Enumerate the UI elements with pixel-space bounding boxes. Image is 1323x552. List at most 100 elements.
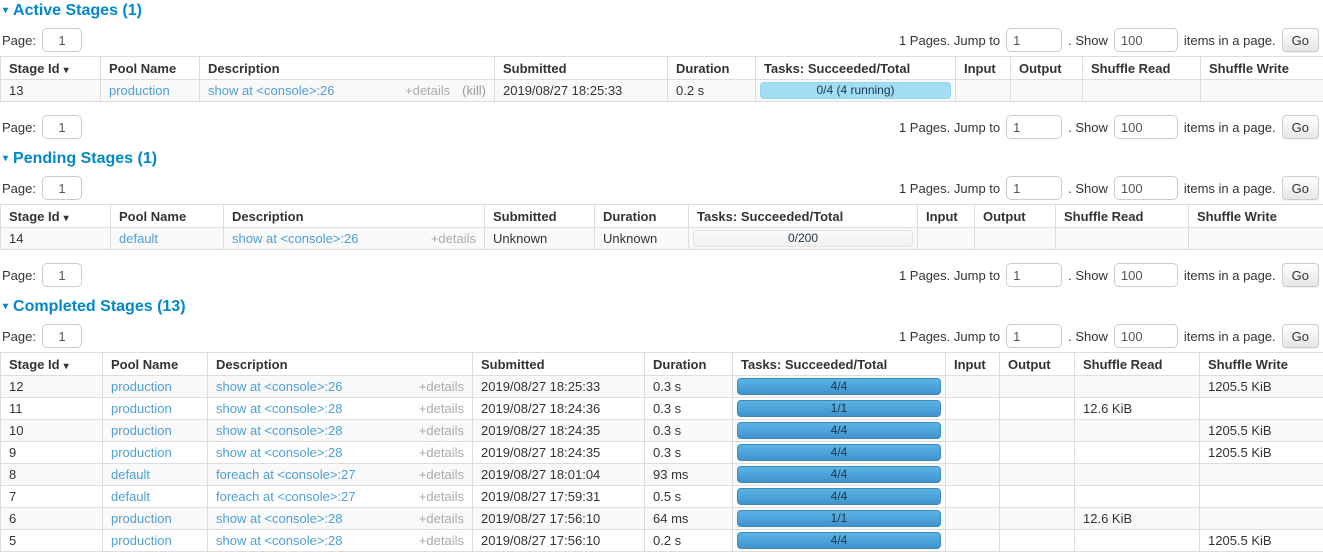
details-toggle[interactable]: +details: [419, 489, 464, 504]
description-link[interactable]: foreach at <console>:27: [216, 467, 356, 482]
page-number-input[interactable]: [42, 324, 82, 348]
show-items-input[interactable]: [1114, 176, 1178, 200]
details-toggle[interactable]: +details: [405, 83, 450, 98]
page-number-input[interactable]: [42, 115, 82, 139]
column-header-stage-id[interactable]: Stage Id▾: [1, 205, 111, 228]
column-header-output[interactable]: Output: [1011, 57, 1083, 80]
column-header-shuffle-read[interactable]: Shuffle Read: [1075, 353, 1200, 376]
details-toggle[interactable]: +details: [419, 467, 464, 482]
table-row: 13productionshow at <console>:26+details…: [1, 80, 1323, 102]
pool-link[interactable]: production: [111, 401, 172, 416]
column-header-pool-name[interactable]: Pool Name: [111, 205, 224, 228]
pool-link[interactable]: production: [109, 83, 170, 98]
column-header-output[interactable]: Output: [975, 205, 1056, 228]
section-heading-active-stages[interactable]: ▾ Active Stages (1): [3, 2, 1323, 19]
column-header-description[interactable]: Description: [224, 205, 485, 228]
shuffle-write-cell: 1205.5 KiB: [1200, 530, 1323, 552]
description-link[interactable]: show at <console>:26: [208, 83, 334, 98]
shuffle-read-cell: [1075, 486, 1200, 508]
tasks-cell: 4/4: [733, 464, 946, 486]
details-toggle[interactable]: +details: [419, 423, 464, 438]
description-link[interactable]: show at <console>:28: [216, 401, 342, 416]
column-header-submitted[interactable]: Submitted: [485, 205, 595, 228]
description-link[interactable]: show at <console>:28: [216, 511, 342, 526]
details-toggle[interactable]: +details: [419, 379, 464, 394]
stage-id-cell: 10: [1, 420, 103, 442]
column-label: Output: [983, 209, 1026, 224]
column-header-description[interactable]: Description: [208, 353, 473, 376]
pool-link[interactable]: production: [111, 423, 172, 438]
table-header-row: Stage Id▾Pool NameDescriptionSubmittedDu…: [1, 205, 1323, 228]
column-label: Description: [216, 357, 288, 372]
go-button[interactable]: Go: [1282, 176, 1319, 200]
jump-to-input[interactable]: [1006, 263, 1062, 287]
output-cell: [1000, 398, 1075, 420]
column-header-input[interactable]: Input: [918, 205, 975, 228]
column-header-shuffle-write[interactable]: Shuffle Write: [1200, 353, 1323, 376]
column-header-output[interactable]: Output: [1000, 353, 1075, 376]
go-button[interactable]: Go: [1282, 324, 1319, 348]
details-toggle[interactable]: +details: [419, 533, 464, 548]
description-link[interactable]: show at <console>:28: [216, 533, 342, 548]
section-heading-pending-stages[interactable]: ▾ Pending Stages (1): [3, 150, 1323, 167]
column-header-stage-id[interactable]: Stage Id▾: [1, 353, 103, 376]
column-header-tasks-succeeded-total[interactable]: Tasks: Succeeded/Total: [689, 205, 918, 228]
column-label: Tasks: Succeeded/Total: [764, 61, 910, 76]
pool-link[interactable]: default: [111, 467, 150, 482]
pages-info-text: 1 Pages. Jump to: [899, 268, 1000, 283]
column-header-submitted[interactable]: Submitted: [495, 57, 668, 80]
column-header-input[interactable]: Input: [956, 57, 1011, 80]
page-number-input[interactable]: [42, 28, 82, 52]
pool-link[interactable]: production: [111, 511, 172, 526]
column-header-input[interactable]: Input: [946, 353, 1000, 376]
column-header-pool-name[interactable]: Pool Name: [103, 353, 208, 376]
column-header-duration[interactable]: Duration: [595, 205, 689, 228]
show-items-input[interactable]: [1114, 324, 1178, 348]
column-header-duration[interactable]: Duration: [668, 57, 756, 80]
go-button[interactable]: Go: [1282, 115, 1319, 139]
section-heading-completed-stages[interactable]: ▾ Completed Stages (13): [3, 298, 1323, 315]
column-label: Pool Name: [109, 61, 176, 76]
pool-link[interactable]: production: [111, 445, 172, 460]
go-button[interactable]: Go: [1282, 28, 1319, 52]
column-header-shuffle-write[interactable]: Shuffle Write: [1201, 57, 1323, 80]
column-header-duration[interactable]: Duration: [645, 353, 733, 376]
details-toggle[interactable]: +details: [431, 231, 476, 246]
go-button[interactable]: Go: [1282, 263, 1319, 287]
jump-to-input[interactable]: [1006, 324, 1062, 348]
pool-name-cell: production: [103, 398, 208, 420]
column-header-submitted[interactable]: Submitted: [473, 353, 645, 376]
column-header-stage-id[interactable]: Stage Id▾: [1, 57, 101, 80]
tasks-cell: 0/4 (4 running): [756, 80, 956, 102]
duration-cell: 0.2 s: [668, 80, 756, 102]
show-items-input[interactable]: [1114, 263, 1178, 287]
pool-link[interactable]: production: [111, 379, 172, 394]
column-header-shuffle-write[interactable]: Shuffle Write: [1189, 205, 1323, 228]
column-header-shuffle-read[interactable]: Shuffle Read: [1056, 205, 1189, 228]
description-link[interactable]: show at <console>:26: [232, 231, 358, 246]
page-number-input[interactable]: [42, 176, 82, 200]
page-number-input[interactable]: [42, 263, 82, 287]
show-items-input[interactable]: [1114, 28, 1178, 52]
kill-link[interactable]: (kill): [462, 83, 486, 98]
pool-link[interactable]: production: [111, 533, 172, 548]
description-link[interactable]: show at <console>:26: [216, 379, 342, 394]
column-header-pool-name[interactable]: Pool Name: [101, 57, 200, 80]
show-items-input[interactable]: [1114, 115, 1178, 139]
details-toggle[interactable]: +details: [419, 511, 464, 526]
jump-to-input[interactable]: [1006, 28, 1062, 52]
details-toggle[interactable]: +details: [419, 445, 464, 460]
column-header-tasks-succeeded-total[interactable]: Tasks: Succeeded/Total: [733, 353, 946, 376]
description-link[interactable]: show at <console>:28: [216, 445, 342, 460]
completed-stages-table: Stage Id▾Pool Name Description SubmittedDu…: [0, 352, 1323, 552]
jump-to-input[interactable]: [1006, 115, 1062, 139]
description-link[interactable]: foreach at <console>:27: [216, 489, 356, 504]
column-header-shuffle-read[interactable]: Shuffle Read: [1083, 57, 1201, 80]
pool-link[interactable]: default: [119, 231, 158, 246]
column-header-tasks-succeeded-total[interactable]: Tasks: Succeeded/Total: [756, 57, 956, 80]
column-header-description[interactable]: Description: [200, 57, 495, 80]
description-link[interactable]: show at <console>:28: [216, 423, 342, 438]
details-toggle[interactable]: +details: [419, 401, 464, 416]
pool-link[interactable]: default: [111, 489, 150, 504]
jump-to-input[interactable]: [1006, 176, 1062, 200]
